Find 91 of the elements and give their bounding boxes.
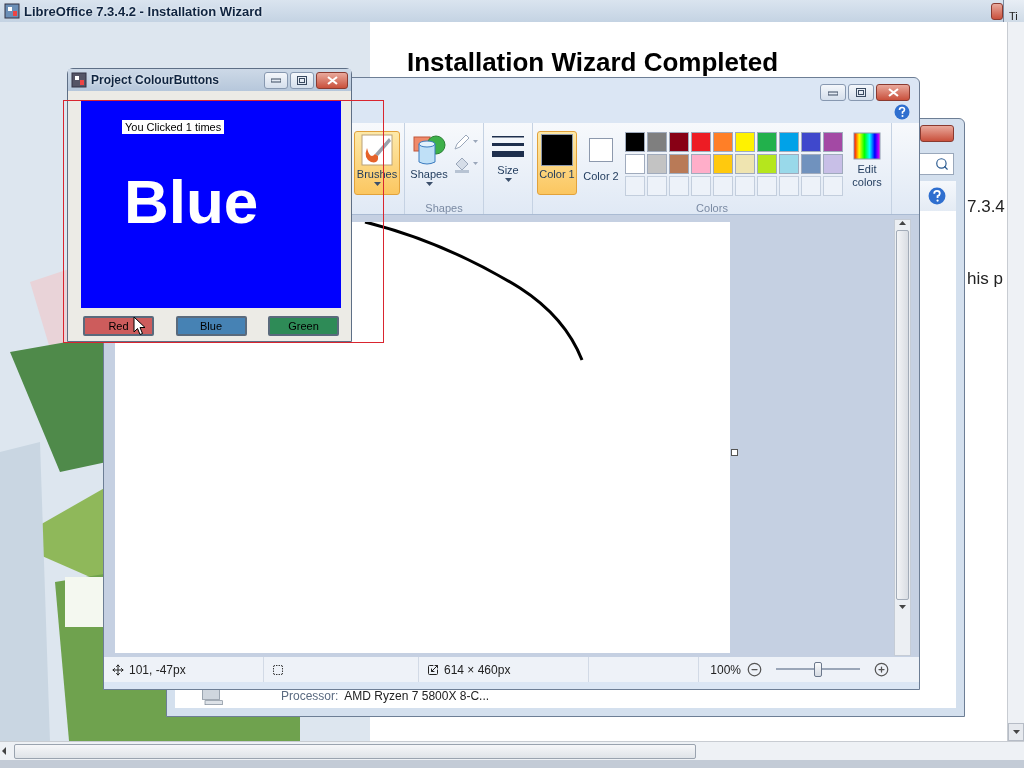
palette-swatch[interactable] bbox=[669, 132, 689, 152]
mouse-pointer-icon bbox=[133, 316, 146, 336]
maximize-button[interactable] bbox=[848, 84, 874, 101]
minimize-icon bbox=[271, 77, 281, 83]
move-icon bbox=[112, 663, 124, 676]
palette-swatch[interactable] bbox=[735, 154, 755, 174]
horizontal-scrollbar[interactable] bbox=[0, 741, 1024, 760]
zoom-out-icon[interactable] bbox=[747, 662, 762, 677]
colour-button[interactable]: Blue bbox=[175, 316, 247, 336]
close-button[interactable] bbox=[920, 124, 954, 142]
empty-swatch[interactable] bbox=[691, 176, 711, 196]
empty-swatch[interactable] bbox=[801, 176, 821, 196]
maximize-icon bbox=[297, 75, 307, 85]
wizard-heading: Installation Wizard Completed bbox=[407, 48, 780, 76]
palette-swatch[interactable] bbox=[691, 132, 711, 152]
canvas-size: 614 × 460px bbox=[444, 662, 511, 677]
click-counter: You Clicked 1 times bbox=[122, 120, 225, 134]
vertical-scrollbar[interactable] bbox=[1007, 22, 1024, 741]
close-button[interactable] bbox=[316, 71, 348, 89]
vertical-scrollbar[interactable] bbox=[894, 219, 911, 656]
canvas-size-icon bbox=[427, 663, 439, 676]
scroll-up-icon[interactable] bbox=[899, 220, 906, 226]
empty-swatch[interactable] bbox=[779, 176, 799, 196]
wizard-text: his p bbox=[967, 269, 1004, 289]
palette-swatch[interactable] bbox=[691, 154, 711, 174]
palette-swatch[interactable] bbox=[801, 132, 821, 152]
window-title: Ti bbox=[1009, 10, 1018, 22]
caret-icon bbox=[425, 182, 433, 186]
palette-swatch[interactable] bbox=[713, 132, 733, 152]
colour-button[interactable]: Green bbox=[268, 316, 339, 336]
close-icon bbox=[887, 88, 899, 97]
cursor-position: 101, -47px bbox=[129, 662, 186, 677]
resize-handle[interactable] bbox=[731, 449, 738, 456]
maximize-button[interactable] bbox=[290, 71, 314, 89]
app-icon bbox=[4, 3, 20, 19]
outline-pencil-icon[interactable] bbox=[453, 133, 479, 151]
wizard-text: 7.3.4 bbox=[967, 197, 1006, 217]
palette-swatch[interactable] bbox=[669, 154, 689, 174]
window-title: LibreOffice 7.3.4.2 - Installation Wizard bbox=[24, 3, 264, 19]
palette-swatch[interactable] bbox=[625, 132, 645, 152]
empty-swatch[interactable] bbox=[625, 176, 645, 196]
empty-swatch[interactable] bbox=[647, 176, 667, 196]
palette-swatch[interactable] bbox=[625, 154, 645, 174]
zoom-slider-thumb[interactable] bbox=[814, 662, 822, 677]
empty-swatch[interactable] bbox=[713, 176, 733, 196]
scroll-down-icon[interactable] bbox=[899, 604, 906, 610]
color-spectrum-icon bbox=[853, 132, 881, 160]
app-icon bbox=[71, 72, 87, 88]
palette-swatch[interactable] bbox=[757, 154, 777, 174]
empty-swatch[interactable] bbox=[757, 176, 777, 196]
edit-colors-button[interactable]: Edit colors bbox=[847, 131, 887, 195]
close-icon bbox=[326, 75, 338, 85]
palette-swatch[interactable] bbox=[779, 154, 799, 174]
brush-icon bbox=[361, 134, 393, 166]
shapes-icon bbox=[412, 134, 446, 166]
selection-icon bbox=[272, 663, 284, 676]
palette-swatch[interactable] bbox=[823, 132, 843, 152]
colour-name: Blue bbox=[124, 169, 259, 235]
search-icon bbox=[935, 157, 949, 171]
color-slot-button[interactable]: Color 1 bbox=[537, 131, 577, 195]
maximize-icon bbox=[856, 88, 866, 97]
empty-swatch[interactable] bbox=[735, 176, 755, 196]
palette-swatch[interactable] bbox=[779, 132, 799, 152]
scroll-down-icon[interactable] bbox=[1012, 730, 1020, 734]
group-label: Colors bbox=[695, 202, 729, 214]
zoom-in-icon[interactable] bbox=[874, 662, 889, 677]
fill-bucket-icon[interactable] bbox=[453, 155, 479, 173]
palette-swatch[interactable] bbox=[801, 154, 821, 174]
palette-swatch[interactable] bbox=[647, 154, 667, 174]
help-icon[interactable] bbox=[894, 104, 910, 120]
colour-button[interactable]: Red bbox=[83, 316, 154, 336]
group-label: Shapes bbox=[424, 202, 464, 214]
size-button[interactable]: Size bbox=[488, 131, 528, 195]
close-button[interactable] bbox=[991, 2, 1003, 20]
palette-swatch[interactable] bbox=[713, 154, 733, 174]
color-slot-button[interactable]: Color 2 bbox=[581, 131, 621, 195]
palette-swatch[interactable] bbox=[823, 154, 843, 174]
palette-swatch[interactable] bbox=[735, 132, 755, 152]
zoom-level: 100% bbox=[710, 662, 741, 677]
processor-label: Processor: bbox=[281, 689, 339, 703]
minimize-icon bbox=[828, 89, 838, 96]
caret-icon bbox=[373, 182, 381, 186]
palette-swatch[interactable] bbox=[757, 132, 777, 152]
close-button[interactable] bbox=[876, 84, 910, 101]
empty-swatch[interactable] bbox=[823, 176, 843, 196]
shapes-button[interactable]: Shapes bbox=[409, 131, 449, 195]
window-title: Project ColourButtons bbox=[91, 73, 220, 87]
processor-value: AMD Ryzen 7 5800X 8-C... bbox=[344, 689, 490, 703]
palette-swatch[interactable] bbox=[647, 132, 667, 152]
help-icon[interactable] bbox=[928, 187, 946, 205]
empty-swatch[interactable] bbox=[669, 176, 689, 196]
